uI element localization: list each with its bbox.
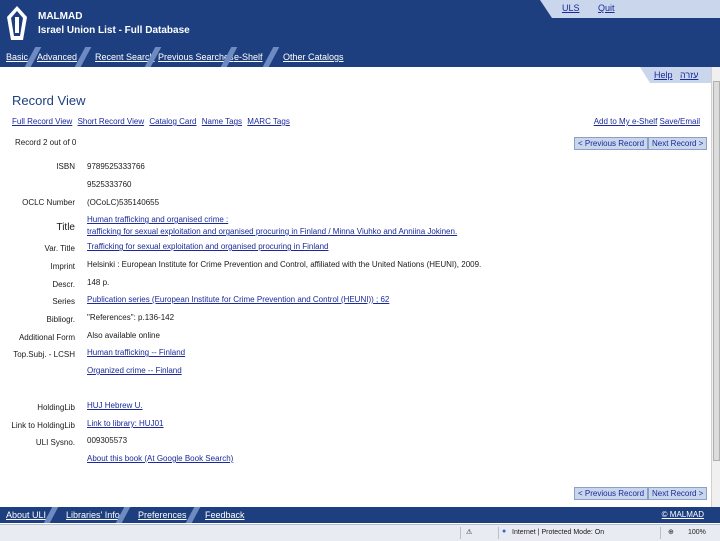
footer-bar: About ULI Libraries' Info Preferences Fe… [0,507,720,523]
title-link[interactable]: Human trafficking and organised crime : [87,215,228,224]
previous-record-button[interactable]: < Previous Record [574,487,649,500]
holding-lib-link[interactable]: HUJ Hebrew U. [87,401,143,410]
tab-catalog-card[interactable]: Catalog Card [149,117,196,126]
status-divider [460,527,461,539]
descr-value: 148 p. [87,278,110,287]
footer-separator [185,507,201,523]
link-to-library[interactable]: Link to library: HUJ01 [87,419,163,428]
next-record-button[interactable]: Next Record > [648,487,708,500]
tab-full-record-view[interactable]: Full Record View [12,117,72,126]
previous-record-button[interactable]: < Previous Record [574,137,649,150]
nav-basic[interactable]: Basic [6,52,28,62]
help-link[interactable]: Help [654,70,673,80]
app-title: MALMAD [38,11,83,22]
oclc-value: (OCoLC)535140655 [87,198,160,207]
status-divider [498,527,499,539]
nav-other-catalogs[interactable]: Other Catalogs [283,52,344,62]
bibliogr-value: "References": p.136-142 [87,313,175,322]
globe-icon: ● [502,528,507,535]
uli-sysno-value: 009305573 [87,436,128,445]
page-title: Record View [12,93,86,108]
topical-subject-label: Top.Subj. - LCSH [13,350,75,359]
app-subtitle: Israel Union List - Full Database [38,25,190,36]
malmad-logo-icon [7,6,27,40]
var-title-label: Var. Title [44,244,75,253]
browser-status-bar: ⚠ ● Internet | Protected Mode: On ⊕ 100% [0,524,720,541]
oclc-label: OCLC Number [22,198,75,207]
help-hebrew-link[interactable]: עזרה [680,70,698,80]
imprint-label: Imprint [50,262,75,271]
scrollbar-thumb[interactable] [713,81,720,461]
tab-marc-tags[interactable]: MARC Tags [247,117,290,126]
status-divider [660,527,661,539]
vertical-scrollbar[interactable] [711,67,720,507]
footer-feedback[interactable]: Feedback [205,510,245,520]
series-label: Series [52,297,75,306]
isbn-value: 9525333760 [87,180,132,189]
isbn-label: ISBN [56,162,75,171]
help-bar: Help עזרה [640,67,720,83]
record-actions: Add to My e-Shelf Save/Email [594,117,700,126]
copyright-link[interactable]: © MALMAD [662,510,704,519]
top-links: ULS Quit [562,3,631,13]
subject-link[interactable]: Human trafficking -- Finland [87,348,185,357]
nav-recent-search[interactable]: Recent Search [95,52,155,62]
link-holding-lib-label: Link to HoldingLib [11,421,75,430]
footer-about-uli[interactable]: About ULI [6,510,46,520]
subject-link[interactable]: Organized crime -- Finland [87,366,182,375]
security-zone-text: Internet | Protected Mode: On [512,529,605,536]
additional-form-value: Also available online [87,331,160,340]
nav-advanced[interactable]: Advanced [37,52,77,62]
title-link-cont[interactable]: trafficking for sexual exploitation and … [87,227,457,236]
quit-link[interactable]: Quit [598,3,615,13]
main-nav: Basic Advanced Recent Search Previous Se… [0,47,720,67]
nav-separator [74,47,92,67]
tab-name-tags[interactable]: Name Tags [202,117,242,126]
bibliogr-label: Bibliogr. [46,315,75,324]
security-icon: ⚠ [466,529,473,536]
var-title-link[interactable]: Trafficking for sexual exploitation and … [87,242,328,251]
title-label: Title [56,222,75,233]
descr-label: Descr. [52,280,75,289]
uls-link[interactable]: ULS [562,3,580,13]
google-books-link[interactable]: About this book (At Google Book Search) [87,454,233,463]
footer-libraries-info[interactable]: Libraries' Info [66,510,120,520]
series-link[interactable]: Publication series (European Institute f… [87,295,389,304]
tab-short-record-view[interactable]: Short Record View [78,117,145,126]
additional-form-label: Additional Form [18,333,75,342]
view-tabs: Full Record View Short Record View Catal… [12,117,293,126]
uli-sysno-label: ULI Sysno. [35,438,75,447]
footer-preferences[interactable]: Preferences [138,510,187,520]
isbn-value: 9789525333766 [87,162,145,171]
save-email-link[interactable]: Save/Email [660,117,700,126]
zoom-level[interactable]: 100% [688,529,706,536]
nav-previous-searches[interactable]: Previous Searches [158,52,234,62]
holding-lib-label: HoldingLib [37,403,75,412]
imprint-value: Helsinki : European Institute for Crime … [87,260,482,269]
nav-e-shelf[interactable]: e-Shelf [234,52,263,62]
header-banner: MALMAD Israel Union List - Full Database… [0,0,720,47]
record-counter: Record 2 out of 0 [15,138,77,147]
add-to-eshelf-link[interactable]: Add to My e-Shelf [594,117,658,126]
zoom-icon[interactable]: ⊕ [668,528,674,536]
next-record-button[interactable]: Next Record > [648,137,708,150]
nav-separator [262,47,280,67]
